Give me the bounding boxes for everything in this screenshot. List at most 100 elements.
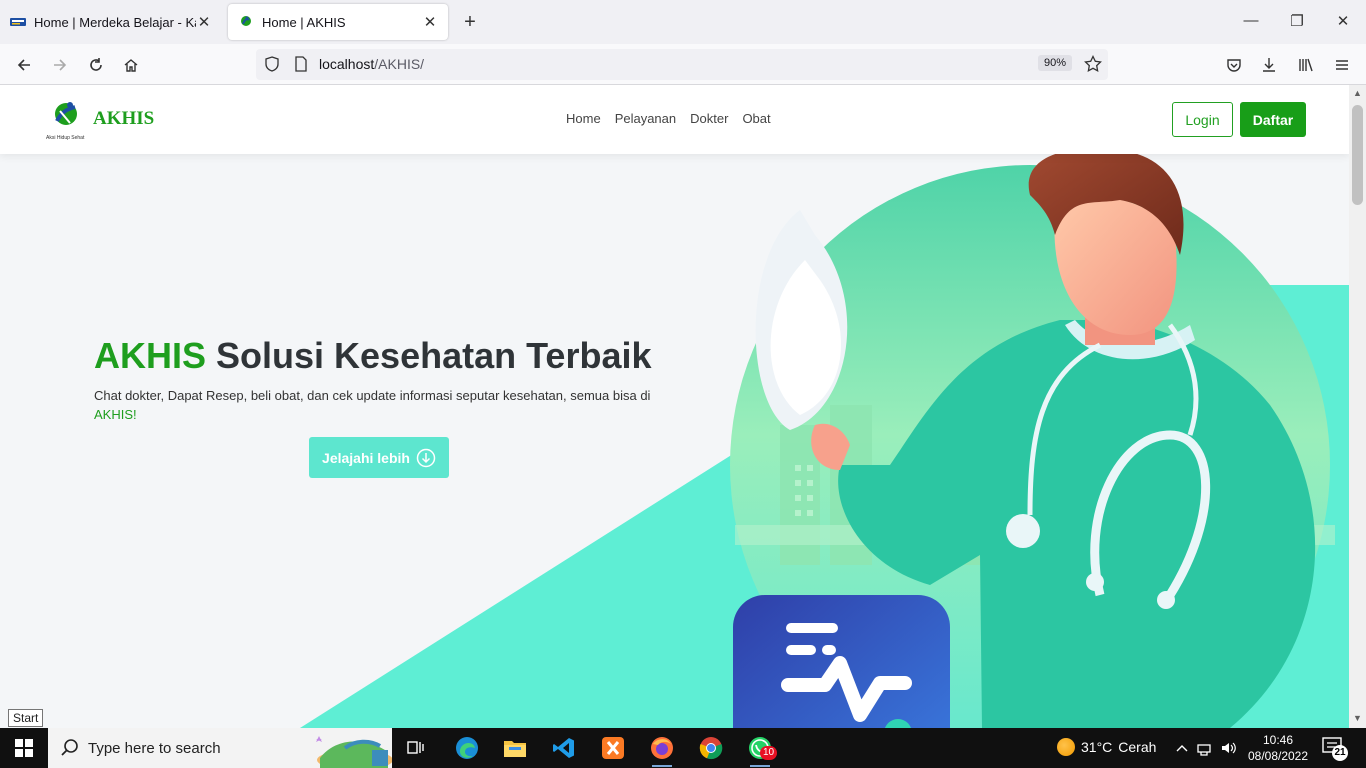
- page-icon[interactable]: [293, 56, 309, 72]
- windows-logo-icon: [15, 739, 33, 757]
- scrollbar-thumb[interactable]: [1352, 105, 1363, 205]
- start-tooltip: Start: [8, 709, 44, 727]
- firefox-icon: [651, 737, 673, 759]
- xampp-icon: [602, 737, 624, 759]
- firefox-button[interactable]: [638, 728, 686, 768]
- brand-name[interactable]: AKHIS: [93, 108, 154, 130]
- tab-close-icon[interactable]: ✕: [196, 13, 212, 31]
- hamburger-icon: [1336, 60, 1348, 70]
- weather-text: Cerah: [1118, 739, 1157, 755]
- tab-merdeka-belajar[interactable]: Home | Merdeka Belajar - Kamp ✕: [0, 4, 222, 40]
- home-button[interactable]: [118, 52, 144, 78]
- taskbar-search[interactable]: Type here to search: [48, 728, 392, 768]
- new-tab-button[interactable]: +: [458, 10, 482, 34]
- weather-temp: 31°C: [1081, 739, 1113, 755]
- search-placeholder: Type here to search: [88, 740, 221, 757]
- hero-description: Chat dokter, Dapat Resep, beli obat, dan…: [94, 386, 659, 424]
- restore-icon[interactable]: ❐: [1287, 12, 1307, 30]
- library-icon: [1299, 58, 1313, 72]
- vscode-icon: [553, 738, 574, 758]
- tab-title: Home | AKHIS: [262, 14, 346, 30]
- search-icon: [61, 739, 78, 756]
- sun-icon: [1057, 738, 1075, 756]
- scroll-up-icon[interactable]: ▲: [1353, 88, 1362, 98]
- url-text[interactable]: localhost/AKHIS/: [319, 56, 424, 72]
- chrome-icon: [699, 737, 723, 760]
- zoom-level[interactable]: 90%: [1038, 55, 1073, 71]
- downloads-button[interactable]: [1256, 52, 1282, 78]
- hero-title-rest: Solusi Kesehatan Terbaik: [206, 335, 652, 376]
- speaker-icon[interactable]: [1220, 739, 1238, 757]
- weather-widget[interactable]: 31°C Cerah: [1057, 738, 1156, 756]
- site-header: Aksi Hidup Sehat AKHIS Home Pelayanan Do…: [0, 85, 1349, 154]
- window-close-icon[interactable]: ✕: [1333, 12, 1353, 30]
- windows-taskbar: Type here to search 10 31°C Cerah 10:46 …: [0, 728, 1366, 768]
- page-viewport: Aksi Hidup Sehat AKHIS Home Pelayanan Do…: [0, 85, 1349, 728]
- pocket-icon: [1227, 59, 1241, 72]
- whatsapp-badge: 10: [760, 746, 778, 760]
- task-view-icon: [407, 741, 424, 754]
- hero-title-accent: AKHIS: [94, 335, 207, 376]
- bookmark-star-icon[interactable]: [1084, 55, 1102, 73]
- pocket-button[interactable]: [1221, 52, 1247, 78]
- browser-tab-strip: Home | Merdeka Belajar - Kamp ✕ Home | A…: [0, 0, 1366, 44]
- main-nav: Home Pelayanan Dokter Obat: [566, 111, 771, 126]
- address-bar[interactable]: localhost/AKHIS/ 90%: [256, 49, 1108, 80]
- hero-desc-main: Chat dokter, Dapat Resep, beli obat, dan…: [94, 388, 651, 403]
- network-icon[interactable]: [1196, 739, 1212, 757]
- akhis-favicon: [241, 16, 251, 26]
- back-button[interactable]: [11, 52, 37, 78]
- search-highlight-illustration: [316, 736, 392, 768]
- system-tray: [1176, 739, 1238, 757]
- file-explorer-button[interactable]: [491, 728, 539, 768]
- arrow-right-icon: [54, 59, 67, 71]
- notification-center-button[interactable]: 21: [1322, 737, 1348, 762]
- home-icon: [124, 59, 138, 72]
- library-button[interactable]: [1293, 52, 1319, 78]
- browser-navbar: localhost/AKHIS/ 90%: [0, 44, 1366, 85]
- start-button[interactable]: [0, 728, 48, 768]
- tab-title: Home | Merdeka Belajar - Kamp: [34, 14, 196, 30]
- clock-date: 08/08/2022: [1247, 749, 1309, 763]
- reload-icon: [90, 58, 102, 71]
- url-path: /AKHIS/: [374, 56, 425, 72]
- menu-button[interactable]: [1329, 52, 1355, 78]
- akhis-logo[interactable]: Aksi Hidup Sehat: [46, 101, 88, 141]
- taskbar-clock[interactable]: 10:46 08/08/2022: [1246, 732, 1310, 764]
- page-scrollbar[interactable]: ▲ ▼: [1349, 85, 1366, 728]
- reload-button[interactable]: [83, 52, 109, 78]
- download-icon: [1263, 58, 1275, 72]
- arrow-down-circle-icon: [416, 448, 436, 467]
- hero-desc-accent: AKHIS!: [94, 407, 137, 422]
- explore-button-label: Jelajahi lebih: [322, 449, 410, 466]
- logo-caption: Aksi Hidup Sehat: [46, 135, 85, 141]
- forward-button[interactable]: [47, 52, 73, 78]
- edge-icon: [456, 737, 478, 759]
- kampus-merdeka-icon: [10, 18, 26, 26]
- chrome-button[interactable]: [687, 728, 735, 768]
- xampp-button[interactable]: [589, 728, 637, 768]
- shield-icon[interactable]: [264, 56, 280, 72]
- scroll-down-icon[interactable]: ▼: [1353, 713, 1362, 723]
- explore-button[interactable]: Jelajahi lebih: [309, 437, 449, 478]
- arrow-left-icon: [17, 59, 30, 71]
- vscode-button[interactable]: [540, 728, 588, 768]
- url-host: localhost: [319, 56, 375, 72]
- task-view-button[interactable]: [392, 728, 440, 768]
- nav-obat[interactable]: Obat: [742, 111, 770, 126]
- login-button[interactable]: Login: [1172, 102, 1233, 137]
- register-button[interactable]: Daftar: [1240, 102, 1306, 137]
- tab-close-icon[interactable]: ✕: [422, 13, 438, 31]
- tab-akhis[interactable]: Home | AKHIS ✕: [228, 4, 448, 40]
- minimize-icon[interactable]: —: [1241, 12, 1261, 29]
- nav-pelayanan[interactable]: Pelayanan: [615, 111, 676, 126]
- edge-button[interactable]: [443, 728, 491, 768]
- nav-dokter[interactable]: Dokter: [690, 111, 728, 126]
- chevron-up-icon[interactable]: [1176, 739, 1188, 757]
- hero-title: AKHIS Solusi Kesehatan Terbaik: [94, 335, 652, 377]
- folder-icon: [504, 741, 526, 757]
- notification-badge: 21: [1332, 745, 1348, 761]
- clock-time: 10:46: [1262, 733, 1294, 747]
- whatsapp-button[interactable]: 10: [736, 728, 784, 768]
- nav-home[interactable]: Home: [566, 111, 601, 126]
